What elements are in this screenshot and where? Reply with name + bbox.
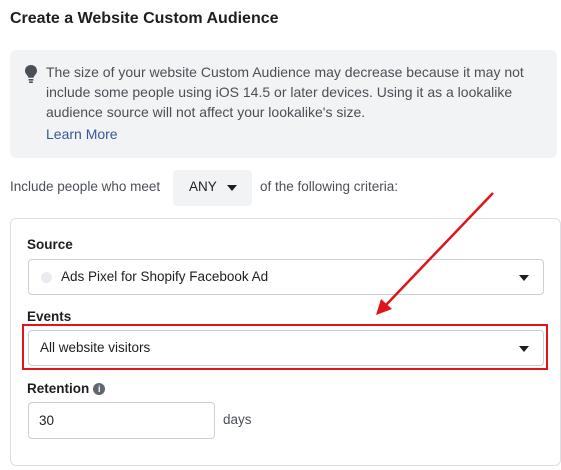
caret-down-icon <box>519 275 529 281</box>
events-label: Events <box>27 309 72 324</box>
match-type-dropdown[interactable]: ANY <box>173 170 252 206</box>
learn-more-link[interactable]: Learn More <box>46 126 118 142</box>
dialog-title: Create a Website Custom Audience <box>10 10 279 27</box>
criteria-suffix: of the following criteria: <box>260 179 399 194</box>
annotation-highlight-box <box>22 324 548 370</box>
source-dropdown[interactable]: Ads Pixel for Shopify Facebook Ad <box>28 259 544 295</box>
retention-input[interactable] <box>28 402 215 439</box>
retention-unit: days <box>223 412 252 427</box>
retention-label: Retention i <box>27 381 106 396</box>
retention-label-text: Retention <box>27 381 90 396</box>
pixel-status-icon <box>41 272 52 283</box>
match-type-value: ANY <box>189 179 217 194</box>
info-text: The size of your website Custom Audience… <box>46 64 524 120</box>
criteria-prefix: Include people who meet <box>10 179 161 194</box>
source-value: Ads Pixel for Shopify Facebook Ad <box>61 269 269 284</box>
info-icon[interactable]: i <box>93 383 106 395</box>
kebab-menu-icon[interactable]: ⋮ <box>554 10 561 26</box>
info-notice: The size of your website Custom Audience… <box>10 50 557 158</box>
criteria-row: Include people who meet ANY of the follo… <box>10 170 557 206</box>
caret-down-icon <box>227 185 237 191</box>
lightbulb-icon <box>25 65 37 83</box>
source-label: Source <box>27 237 73 252</box>
